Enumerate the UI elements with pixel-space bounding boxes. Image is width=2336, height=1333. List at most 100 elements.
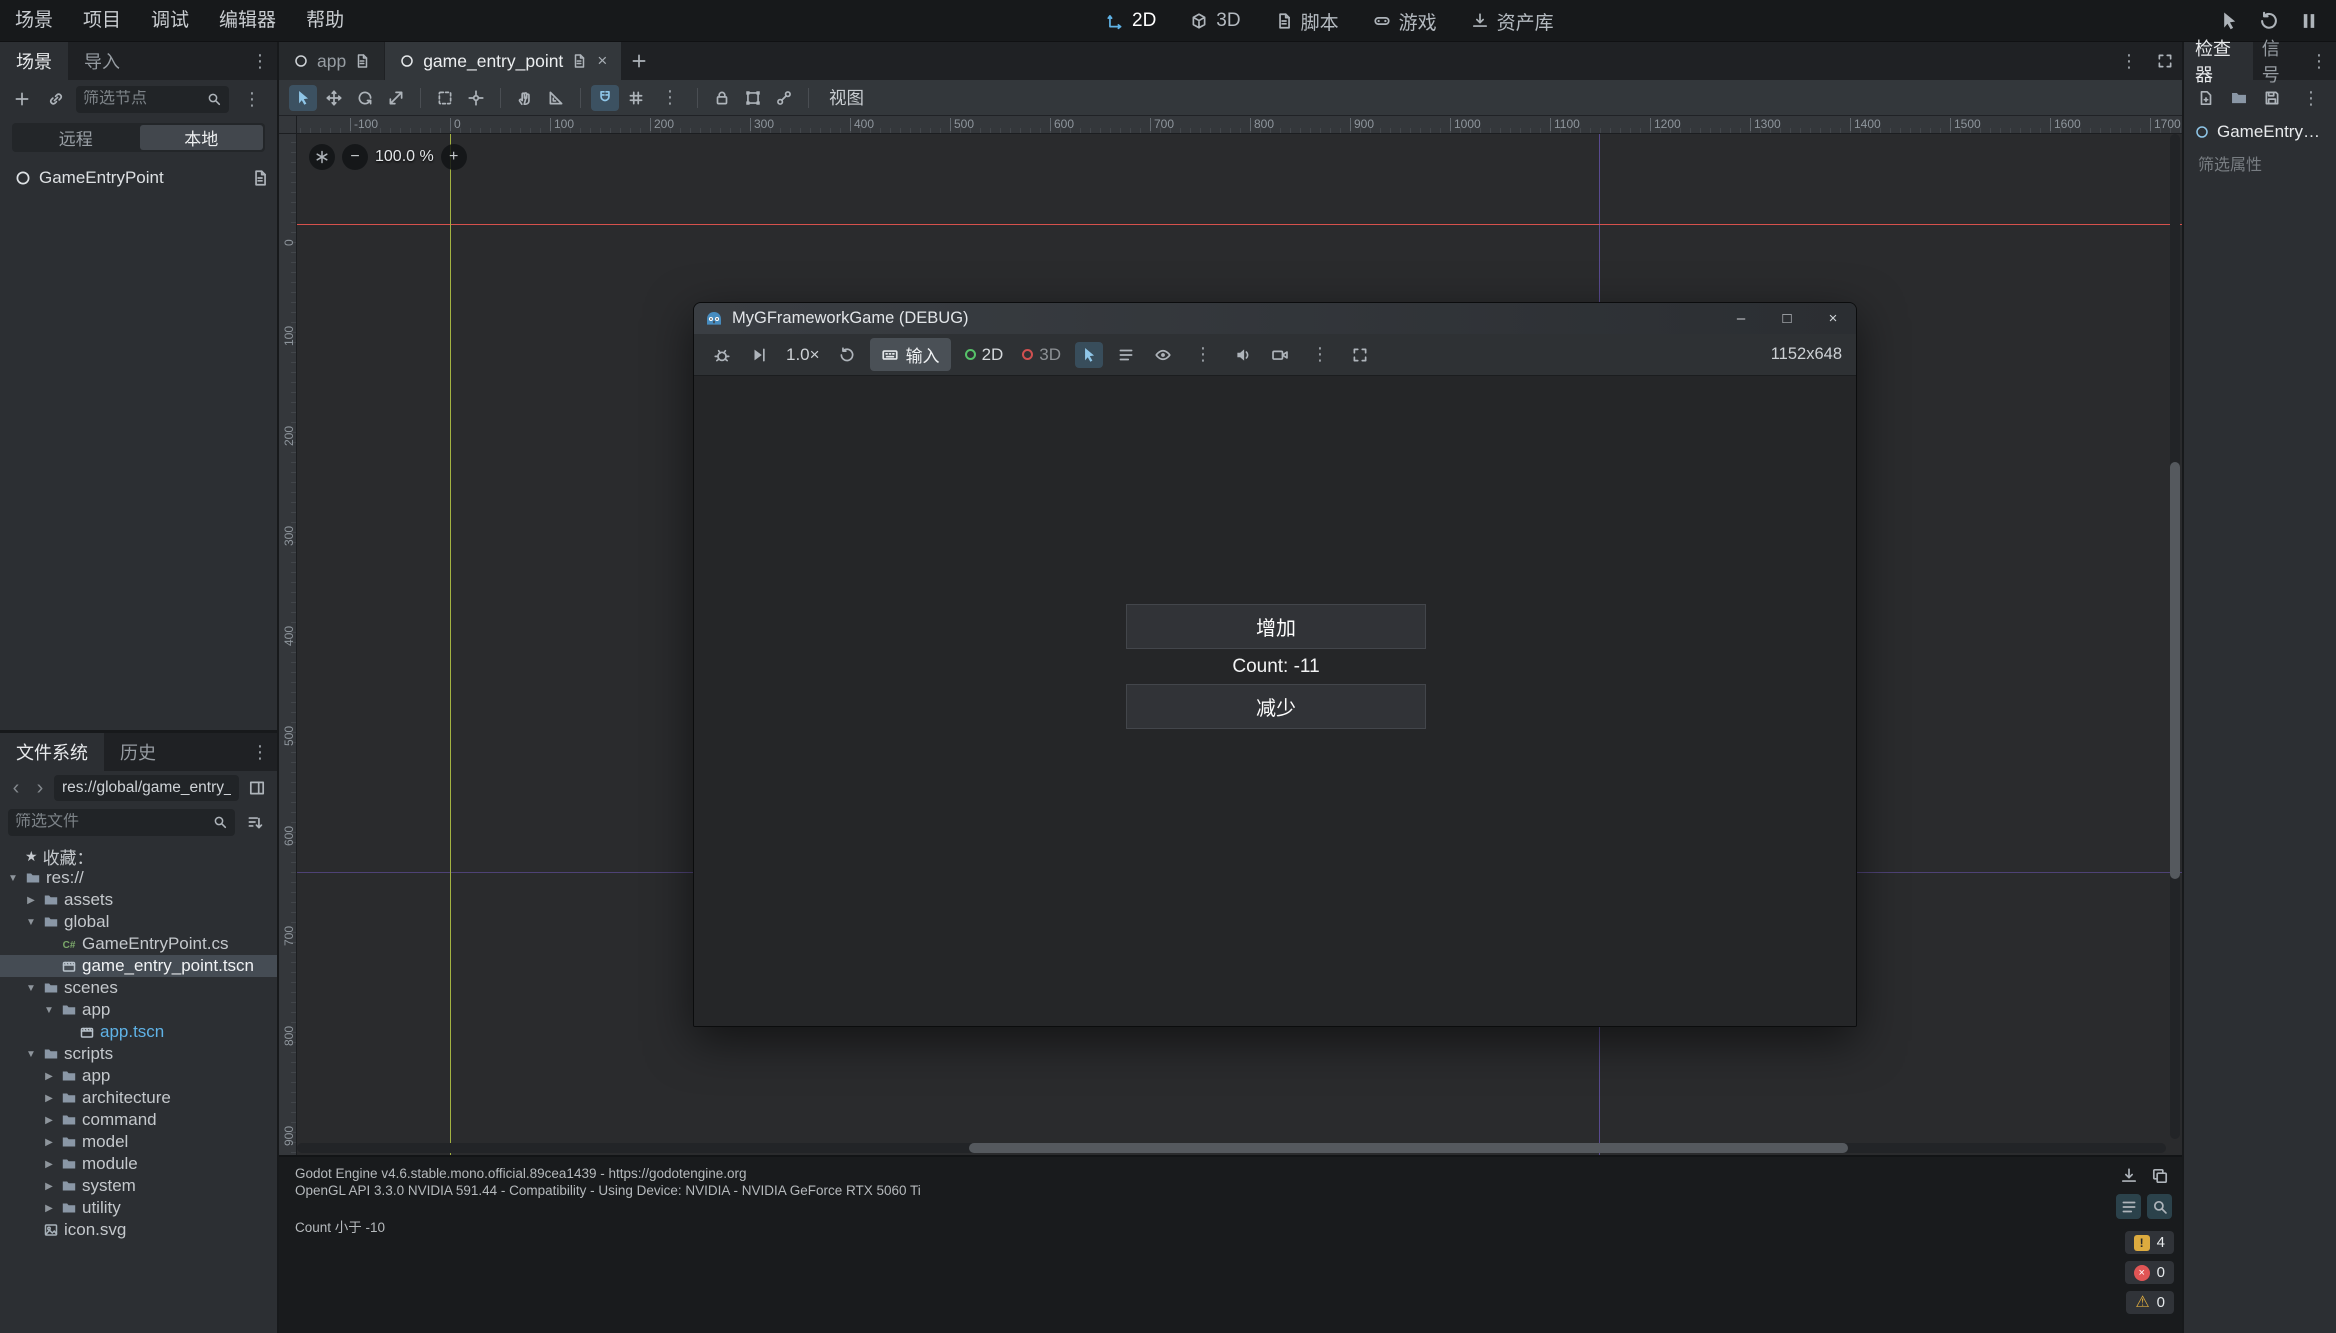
filesystem-tree-item[interactable]: ★收藏： (0, 845, 277, 867)
tab-filesystem[interactable]: 文件系统 (0, 733, 104, 771)
game-window-titlebar[interactable]: MyGFrameworkGame (DEBUG) – □ × (694, 303, 1856, 334)
tree-expand-icon[interactable]: ▼ (42, 1005, 56, 1016)
current-path-input[interactable] (62, 779, 231, 797)
menu-editor[interactable]: 编辑器 (204, 0, 291, 41)
pick-node-button[interactable] (1075, 342, 1103, 368)
tab-scene[interactable]: 场景 (0, 42, 68, 80)
filesystem-tree-item[interactable]: icon.svg (0, 1219, 277, 1241)
local-button[interactable]: 本地 (140, 125, 264, 150)
pivot-tool-button[interactable] (462, 85, 490, 111)
search-log-button[interactable] (2147, 1194, 2172, 1219)
errors-badge[interactable]: ×0 (2125, 1261, 2174, 1284)
menu-project[interactable]: 项目 (68, 0, 136, 41)
close-tab-icon[interactable]: × (597, 51, 607, 71)
pick-options-icon[interactable]: ⋮ (1186, 344, 1220, 365)
embed-fullscreen-button[interactable] (1346, 342, 1374, 368)
vertical-scrollbar-thumb[interactable] (2170, 462, 2180, 879)
filesystem-tree-item[interactable]: ▶assets (0, 889, 277, 911)
minimize-button[interactable]: – (1718, 303, 1764, 334)
pause-icon[interactable] (2298, 10, 2320, 32)
input-mode-toggle[interactable]: 输入 (870, 338, 951, 371)
debug-2d-toggle[interactable]: 2D (960, 345, 1009, 365)
horizontal-scrollbar[interactable] (297, 1143, 2166, 1153)
menu-debug[interactable]: 调试 (136, 0, 204, 41)
expand-viewport-icon[interactable] (2156, 52, 2174, 70)
warnings-badge[interactable]: ⚠0 (2126, 1291, 2174, 1314)
pan-tool-button[interactable] (511, 85, 539, 111)
group-node-button[interactable] (739, 85, 767, 111)
tab-import[interactable]: 导入 (68, 42, 136, 80)
scene-node-root[interactable]: GameEntryPoint (0, 165, 277, 191)
current-path-box[interactable] (54, 775, 239, 801)
filter-nodes-box[interactable] (76, 86, 229, 113)
dock-menu-icon[interactable]: ⋮ (2302, 51, 2336, 72)
filesystem-tree-item[interactable]: ▶system (0, 1175, 277, 1197)
remote-button[interactable]: 远程 (14, 125, 138, 150)
scene-tree-menu-icon[interactable]: ⋮ (235, 89, 269, 110)
zoom-out-button[interactable]: − (342, 144, 368, 170)
rotate-tool-button[interactable] (351, 85, 379, 111)
next-frame-button[interactable] (745, 342, 773, 368)
2d-viewport[interactable]: -100010020030040050060070080090010001100… (279, 116, 2182, 1155)
tree-expand-icon[interactable]: ▼ (24, 983, 38, 994)
filesystem-tree-item[interactable]: ▼app (0, 999, 277, 1021)
tree-expand-icon[interactable]: ▶ (42, 1159, 56, 1170)
pick-cursor-icon[interactable] (2218, 10, 2240, 32)
tree-expand-icon[interactable]: ▶ (42, 1203, 56, 1214)
filter-files-box[interactable] (8, 809, 235, 836)
mute-audio-button[interactable] (1229, 342, 1257, 368)
list-select-button[interactable] (431, 85, 459, 111)
scale-tool-button[interactable] (382, 85, 410, 111)
filesystem-tree-item[interactable]: GameEntryPoint.cs (0, 933, 277, 955)
snap-options-icon[interactable]: ⋮ (653, 87, 687, 108)
reset-speed-button[interactable] (833, 342, 861, 368)
workspace-game[interactable]: 游戏 (1357, 3, 1453, 40)
filesystem-tree-item[interactable]: ▶app (0, 1065, 277, 1087)
inspector-menu-icon[interactable]: ⋮ (2294, 88, 2328, 109)
nav-forward-icon[interactable]: › (30, 777, 50, 800)
filter-nodes-input[interactable] (83, 90, 200, 108)
filesystem-tree-item[interactable]: ▼scripts (0, 1043, 277, 1065)
tree-expand-icon[interactable]: ▶ (42, 1093, 56, 1104)
tabbar-menu-icon[interactable]: ⋮ (2112, 51, 2146, 72)
smart-snap-button[interactable] (591, 85, 619, 111)
tree-expand-icon[interactable]: ▶ (42, 1181, 56, 1192)
tree-expand-icon[interactable]: ▼ (6, 873, 20, 884)
zoom-level[interactable]: 100.0 % (375, 148, 434, 166)
filesystem-tree-item[interactable]: ▼res:// (0, 867, 277, 889)
filesystem-tree-item[interactable]: ▶model (0, 1131, 277, 1153)
skeleton-options-button[interactable] (770, 85, 798, 111)
camera-override-button[interactable] (1266, 342, 1294, 368)
scene-tab-game-entry-point[interactable]: game_entry_point × (385, 42, 621, 80)
dock-menu-icon[interactable]: ⋮ (243, 51, 277, 72)
new-resource-button[interactable] (2192, 85, 2220, 111)
workspace-assetlib[interactable]: 资产库 (1455, 3, 1570, 40)
debug-options-button[interactable] (708, 342, 736, 368)
dock-menu-icon[interactable]: ⋮ (243, 742, 277, 763)
decrease-button[interactable]: 减少 (1126, 684, 1426, 729)
zoom-in-button[interactable]: + (441, 144, 467, 170)
save-resource-button[interactable] (2258, 85, 2286, 111)
menu-scene[interactable]: 场景 (0, 0, 68, 41)
new-scene-tab-button[interactable] (622, 42, 656, 80)
tab-signals[interactable]: 信号 (2253, 42, 2302, 80)
debug-3d-toggle[interactable]: 3D (1017, 345, 1066, 365)
line-wrap-button[interactable] (2116, 1194, 2141, 1219)
workspace-3d[interactable]: 3D (1174, 5, 1256, 37)
close-button[interactable]: × (1810, 303, 1856, 334)
tree-expand-icon[interactable]: ▶ (42, 1115, 56, 1126)
tab-inspector[interactable]: 检查器 (2184, 42, 2253, 80)
filesystem-tree-item[interactable]: ▼scenes (0, 977, 277, 999)
increase-button[interactable]: 增加 (1126, 604, 1426, 649)
load-resource-button[interactable] (2225, 85, 2253, 111)
center-view-button[interactable] (309, 144, 335, 170)
tree-expand-icon[interactable]: ▼ (24, 1049, 38, 1060)
nav-back-icon[interactable]: ‹ (6, 777, 26, 800)
lock-node-button[interactable] (708, 85, 736, 111)
tree-expand-icon[interactable]: ▶ (24, 895, 38, 906)
camera-options-icon[interactable]: ⋮ (1303, 344, 1337, 365)
horizontal-scrollbar-thumb[interactable] (969, 1143, 1848, 1153)
save-log-button[interactable] (2116, 1163, 2141, 1188)
menu-help[interactable]: 帮助 (291, 0, 359, 41)
move-tool-button[interactable] (320, 85, 348, 111)
